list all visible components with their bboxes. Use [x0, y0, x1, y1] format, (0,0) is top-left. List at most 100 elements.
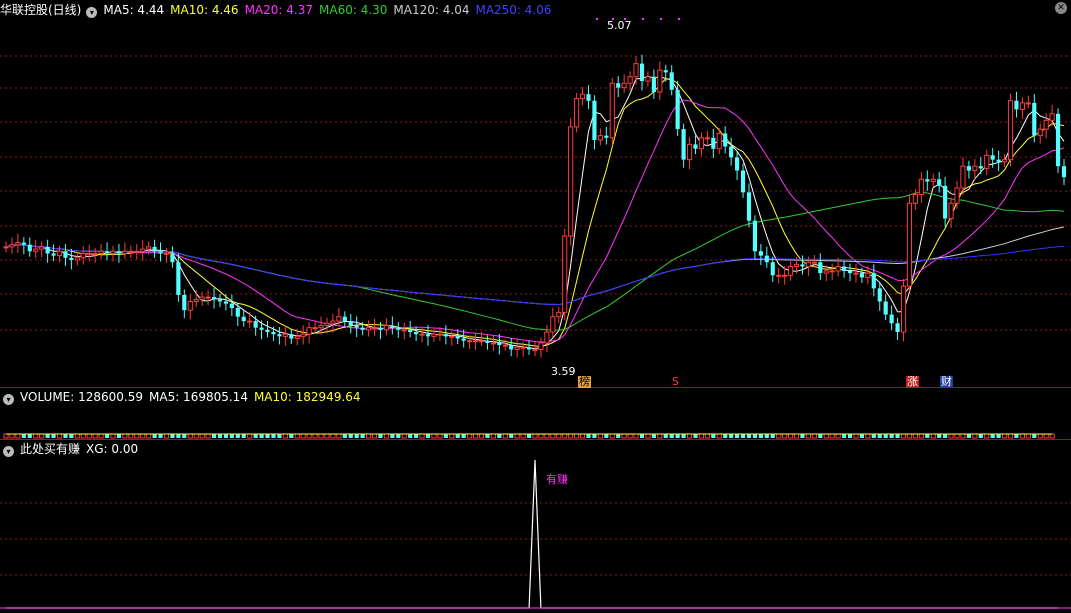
volume-bar	[348, 434, 353, 438]
volume-bar	[579, 433, 586, 439]
candle-body	[735, 157, 740, 171]
volume-bar	[478, 433, 485, 439]
volume-bar	[912, 433, 918, 439]
candle-body	[937, 179, 942, 186]
candle-body	[943, 185, 948, 219]
candle-body	[318, 324, 324, 329]
candle-body	[419, 333, 425, 336]
volume-bar	[241, 434, 246, 438]
candle-body	[122, 250, 128, 254]
candle-body	[657, 69, 663, 93]
volume-bar	[163, 433, 170, 439]
candle-body	[698, 137, 705, 150]
volume-bar	[259, 434, 264, 438]
volume-bar	[80, 433, 86, 439]
candle-body	[294, 335, 300, 340]
candle-body	[467, 340, 473, 343]
candle-body	[51, 253, 56, 256]
candle-body	[693, 144, 698, 149]
volume-bar	[425, 434, 431, 438]
candle-body	[396, 327, 401, 330]
candle-body	[98, 250, 104, 254]
volume-bar	[502, 433, 508, 439]
volume-bar	[437, 433, 443, 439]
candle-body	[841, 266, 847, 271]
volume-bar	[829, 433, 835, 439]
candle-body	[764, 255, 769, 263]
volume-bar	[15, 433, 21, 439]
candle-body	[449, 335, 455, 338]
volume-bar	[811, 433, 817, 439]
candle-body	[740, 170, 746, 193]
volume-bar	[158, 434, 163, 438]
tag-zhang[interactable]: 涨	[906, 376, 919, 388]
candle-body	[1001, 159, 1008, 163]
candle-body	[616, 83, 621, 88]
candle-body	[282, 333, 288, 337]
candle-body	[829, 270, 835, 273]
candle-body	[490, 342, 496, 345]
candle-body	[711, 137, 716, 149]
volume-bar	[835, 433, 841, 439]
volume-bar	[604, 434, 609, 438]
volume-bar	[948, 433, 954, 439]
volume-bar	[1007, 433, 1014, 439]
candle-body	[27, 244, 32, 252]
candle-body	[9, 244, 15, 248]
volume-bar	[693, 434, 698, 438]
candle-body	[883, 301, 888, 315]
candle-body	[562, 235, 568, 313]
candle-body	[176, 262, 181, 295]
tag-s[interactable]: S	[671, 376, 680, 388]
volume-bar	[116, 434, 122, 438]
volume-bar	[853, 433, 859, 439]
stock-chart[interactable]	[0, 0, 1071, 613]
candle-body	[758, 251, 763, 256]
candle-body	[853, 272, 859, 275]
volume-bar	[597, 433, 603, 439]
candle-body	[211, 297, 217, 300]
volume-bar	[532, 433, 538, 439]
volume-bar	[1014, 434, 1019, 438]
volume-bar	[669, 434, 674, 438]
candle-body	[978, 166, 983, 169]
candle-body	[900, 285, 907, 333]
candle-body	[199, 296, 205, 300]
tag-bang[interactable]: 榜	[578, 376, 591, 388]
candle-body	[92, 252, 98, 255]
volume-bar	[443, 434, 448, 438]
volume-bar	[1043, 433, 1049, 439]
volume-bar	[396, 434, 401, 438]
volume-bar	[735, 434, 740, 438]
candle-body	[312, 327, 318, 330]
candle-body	[918, 178, 924, 196]
candle-body	[972, 165, 978, 172]
candle-body	[371, 327, 378, 330]
candle-body	[408, 329, 413, 332]
volume-bar	[461, 434, 466, 438]
candle-body	[478, 340, 485, 343]
candle-body	[1007, 100, 1014, 161]
tag-cai[interactable]: 财	[940, 376, 953, 388]
volume-bar	[782, 433, 788, 439]
volume-bar	[455, 434, 460, 438]
volume-bar	[877, 434, 882, 438]
volume-bar	[1032, 434, 1037, 438]
candle-body	[217, 299, 223, 302]
volume-bar	[764, 434, 769, 438]
candle-body	[663, 70, 668, 73]
volume-bar	[1025, 433, 1031, 439]
candles	[3, 54, 1067, 358]
candle-body	[306, 327, 312, 335]
volume-bar	[182, 434, 187, 438]
candle-body	[509, 345, 514, 350]
volume-bar	[723, 434, 728, 438]
candle-body	[592, 100, 597, 140]
volume-bar	[211, 434, 217, 438]
volume-bar	[146, 433, 152, 439]
volume-bar	[900, 433, 907, 439]
volume-bar	[711, 434, 716, 438]
candle-body	[74, 257, 80, 261]
candle-body	[182, 294, 187, 311]
candle-body	[128, 250, 134, 253]
